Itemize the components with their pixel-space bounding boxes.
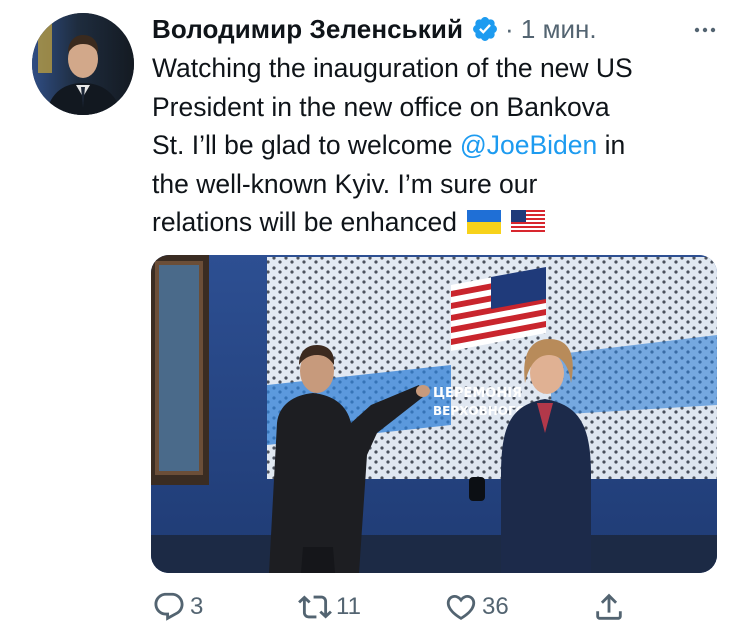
tweet-text-segment: in xyxy=(597,130,626,160)
timestamp[interactable]: · 1 мин. xyxy=(505,14,597,45)
tweet-text-line: relations will be enhanced xyxy=(152,203,732,242)
retweet-icon xyxy=(298,595,332,619)
tweet-text-line: President in the new office on Bankova xyxy=(152,91,610,122)
reply-count: 3 xyxy=(190,593,204,620)
like-button[interactable]: 36 xyxy=(444,590,509,624)
tweet-text-segment: relations will be enhanced xyxy=(152,207,457,237)
tweet-header: Володимир Зеленський · 1 мин. xyxy=(152,9,730,49)
mention-link[interactable]: @JoeBiden xyxy=(460,130,597,160)
retweet-button[interactable]: 11 xyxy=(298,590,361,624)
share-button[interactable] xyxy=(592,590,626,624)
more-options-icon[interactable] xyxy=(690,15,720,45)
avatar-photo xyxy=(32,13,134,115)
retweet-count: 11 xyxy=(336,593,361,620)
reply-button[interactable]: 3 xyxy=(152,590,203,624)
tweet-text-segment: St. I’ll be glad to welcome xyxy=(152,130,460,160)
tweet-actions: 3 11 36 xyxy=(152,588,632,626)
photo-scene: ЦЕРЕМОНІЯ ВЕРХОВНОГО xyxy=(151,255,717,573)
tweet-text: Watching the inauguration of the new US … xyxy=(152,49,732,242)
tweet-text-line: St. I’ll be glad to welcome @JoeBiden in xyxy=(152,126,732,165)
display-name[interactable]: Володимир Зеленський xyxy=(152,14,463,45)
tweet-media-photo[interactable]: ЦЕРЕМОНІЯ ВЕРХОВНОГО xyxy=(151,255,717,573)
screen-caption-line1: ЦЕРЕМОНІЯ xyxy=(433,386,522,401)
tweet-text-line: Watching the inauguration of the new US xyxy=(152,53,633,83)
reply-icon xyxy=(154,592,184,621)
verified-badge-icon xyxy=(471,15,499,43)
screen-caption-line2: ВЕРХОВНОГО xyxy=(433,404,526,418)
like-count: 36 xyxy=(482,593,509,620)
flag-usa-icon xyxy=(510,210,545,234)
avatar[interactable] xyxy=(32,13,134,115)
share-icon xyxy=(596,593,622,620)
tweet-text-line: the well-known Kyiv. I’m sure our xyxy=(152,168,538,199)
flag-ukraine-icon xyxy=(466,210,501,234)
heart-icon xyxy=(446,594,476,620)
